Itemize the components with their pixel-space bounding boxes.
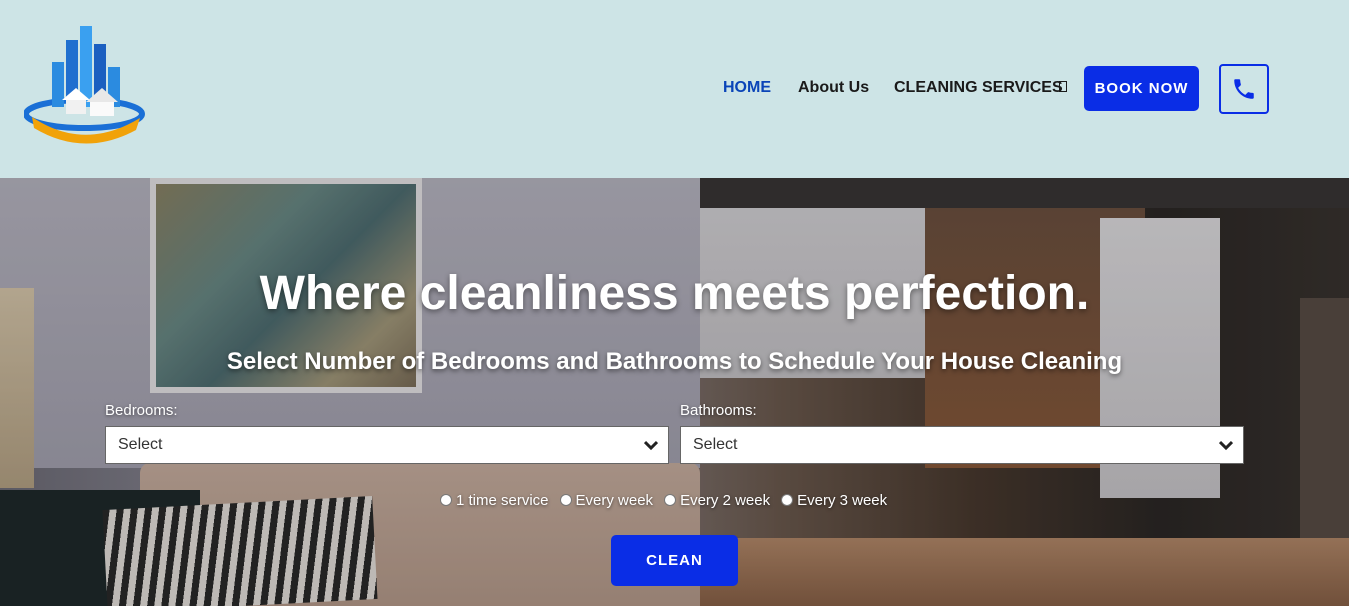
bedrooms-label: Bedrooms:: [105, 402, 178, 419]
bathrooms-label: Bathrooms:: [680, 402, 757, 419]
hero-subtitle: Select Number of Bedrooms and Bathrooms …: [226, 348, 1123, 375]
frequency-label: Every week: [575, 491, 654, 509]
chevron-down-icon: [1219, 440, 1233, 451]
book-now-button[interactable]: BOOK NOW: [1084, 66, 1199, 111]
bedrooms-select-value: Select: [118, 436, 163, 453]
radio-button[interactable]: [559, 494, 572, 506]
hero-section: Where cleanliness meets perfection. Sele…: [0, 178, 1349, 606]
frequency-label: Every 2 week: [680, 491, 771, 509]
nav-cleaning-services[interactable]: CLEANING SERVICES: [894, 79, 1063, 97]
chevron-down-icon: [644, 440, 658, 451]
city-house-logo-icon: [24, 26, 145, 144]
nav-home[interactable]: HOME: [723, 79, 771, 97]
frequency-option-1-time[interactable]: 1 time service: [440, 492, 549, 509]
bathrooms-select[interactable]: Select: [680, 426, 1244, 464]
site-header: HOME About Us CLEANING SERVICES BOOK NOW: [0, 0, 1349, 178]
hero-title: Where cleanliness meets perfection.: [259, 267, 1090, 320]
radio-button[interactable]: [440, 494, 452, 506]
dropdown-caret-icon[interactable]: [1059, 81, 1067, 92]
clean-button[interactable]: CLEAN: [611, 535, 738, 586]
radio-button[interactable]: [664, 494, 677, 506]
frequency-option-every-2-week[interactable]: Every 2 week: [664, 492, 770, 509]
frequency-label: 1 time service: [456, 491, 549, 509]
phone-icon: [1234, 79, 1254, 99]
bedrooms-select[interactable]: Select: [105, 426, 669, 464]
radio-button[interactable]: [781, 494, 794, 506]
frequency-options: 1 time service Every week Every 2 week E…: [440, 490, 898, 510]
bathrooms-select-value: Select: [693, 436, 738, 453]
frequency-option-every-3-week[interactable]: Every 3 week: [781, 492, 887, 509]
frequency-option-every-week[interactable]: Every week: [559, 491, 654, 509]
frequency-label: Every 3 week: [797, 491, 888, 509]
nav-about-us[interactable]: About Us: [798, 79, 869, 97]
site-logo[interactable]: [24, 22, 146, 158]
phone-button[interactable]: [1219, 64, 1269, 114]
